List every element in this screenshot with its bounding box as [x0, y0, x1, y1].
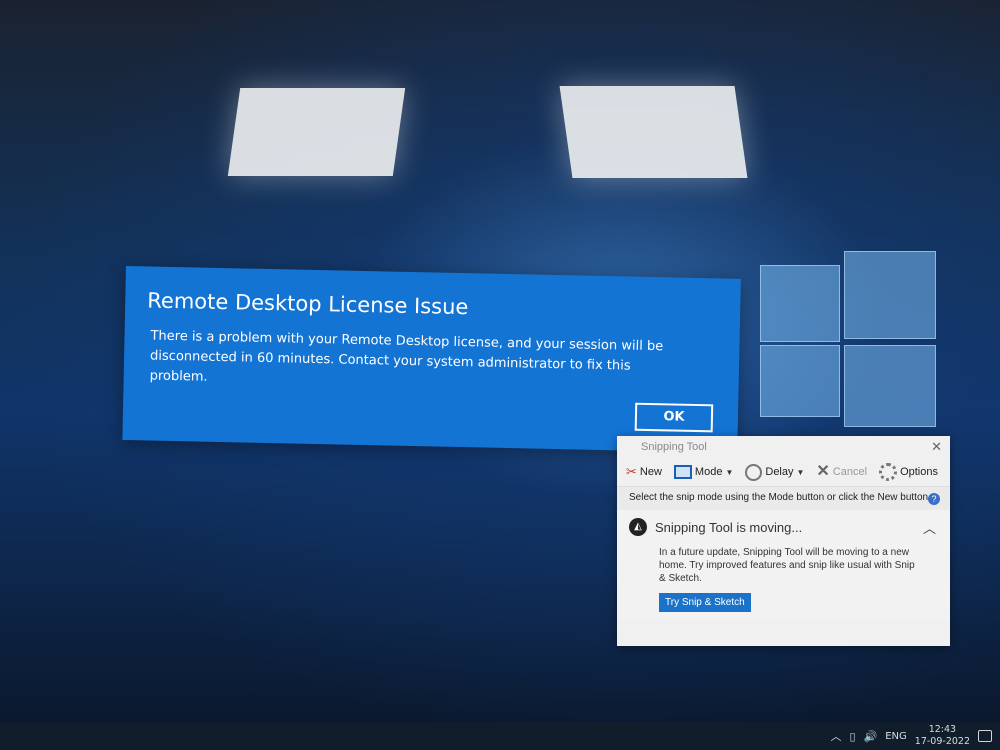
chevron-down-icon: ▼ — [725, 467, 734, 477]
mode-label: Mode — [694, 466, 723, 478]
delay-button[interactable]: Delay ▼ — [742, 462, 807, 483]
moving-notice: ◭ Snipping Tool is moving... ︿ In a futu… — [617, 510, 950, 620]
cancel-icon: ✕ — [816, 463, 830, 480]
license-dialog: Remote Desktop License Issue There is a … — [122, 266, 741, 453]
dialog-message: There is a problem with your Remote Desk… — [149, 328, 664, 385]
taskbar: ︿ ▯ 🔊 ENG 12:43 17-09-2022 — [0, 722, 1000, 750]
ceiling-light-reflection — [559, 86, 748, 178]
moving-title: Snipping Tool is moving... — [655, 519, 803, 535]
usb-icon[interactable]: ▯ — [849, 730, 855, 743]
chevron-down-icon: ▼ — [796, 467, 805, 477]
new-button[interactable]: ✂ New — [623, 462, 665, 482]
options-button[interactable]: Options — [876, 461, 941, 483]
moving-body: In a future update, Snipping Tool will b… — [659, 547, 915, 584]
clock-time: 12:43 — [928, 724, 957, 735]
chevron-up-icon[interactable]: ︿ — [830, 728, 841, 744]
windows-logo-icon — [740, 245, 940, 445]
clock[interactable]: 12:43 17-09-2022 — [915, 724, 970, 748]
language-indicator[interactable]: ENG — [885, 731, 907, 742]
snipping-tool-window: Snipping Tool ✕ ✂ New Mode ▼ Delay ▼ ✕ C… — [617, 436, 950, 646]
ok-button[interactable]: OK — [634, 402, 714, 433]
moving-header: ◭ Snipping Tool is moving... ︿ — [629, 518, 938, 536]
close-icon[interactable]: ✕ — [931, 436, 942, 458]
delay-label: Delay — [765, 466, 794, 478]
options-label: Options — [900, 466, 938, 478]
clock-icon — [745, 463, 763, 481]
snip-sketch-icon: ◭ — [629, 518, 647, 536]
chevron-up-icon[interactable]: ︿ — [923, 518, 936, 537]
rectangle-icon — [673, 465, 692, 479]
volume-icon[interactable]: 🔊 — [864, 730, 878, 743]
new-label: New — [639, 466, 662, 478]
ceiling-light-reflection — [227, 88, 406, 176]
notifications-icon[interactable] — [978, 730, 992, 742]
clock-date: 17-09-2022 — [914, 736, 970, 747]
cancel-button[interactable]: ✕ Cancel — [813, 463, 870, 481]
cancel-label: Cancel — [832, 466, 868, 478]
toolbar: ✂ New Mode ▼ Delay ▼ ✕ Cancel Options — [617, 458, 950, 486]
hint-text: Select the snip mode using the Mode butt… — [629, 492, 931, 503]
dialog-title: Remote Desktop License Issue — [147, 288, 469, 320]
try-snip-sketch-button[interactable]: Try Snip & Sketch — [659, 593, 751, 612]
gear-icon — [879, 463, 898, 481]
help-icon[interactable]: ? — [928, 493, 940, 505]
window-title-text: Snipping Tool — [641, 441, 707, 453]
window-title: Snipping Tool ✕ — [617, 436, 950, 458]
hint-panel: Select the snip mode using the Mode butt… — [617, 486, 950, 510]
mode-button[interactable]: Mode ▼ — [671, 463, 736, 481]
scissors-icon: ✂ — [626, 464, 637, 479]
system-tray: ︿ ▯ 🔊 ENG 12:43 17-09-2022 — [830, 722, 992, 750]
